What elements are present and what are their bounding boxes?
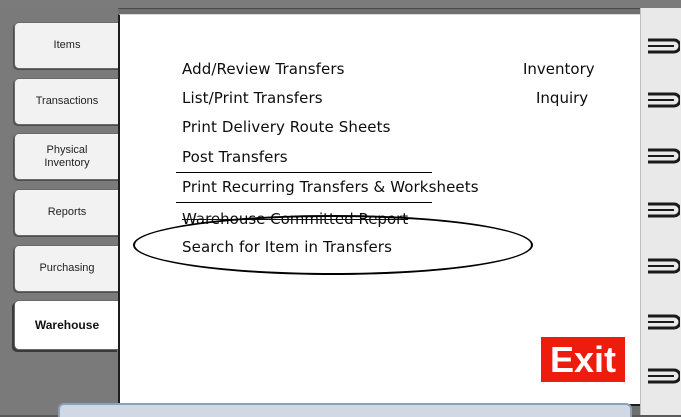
tab-warehouse[interactable]: Warehouse (14, 300, 119, 350)
spiral-ring-icon (644, 200, 680, 220)
spiral-ring-icon (644, 146, 680, 166)
tab-physical-inventory-label: Physical Inventory (44, 143, 90, 169)
separator-rule (176, 172, 432, 173)
menu-item-warehouse-committed-report[interactable]: Warehouse Committed Report (182, 210, 408, 228)
menu-item-list-print-transfers[interactable]: List/Print Transfers (182, 89, 323, 107)
spiral-ring-icon (644, 256, 680, 276)
tab-purchasing[interactable]: Purchasing (14, 245, 119, 292)
side-item-inquiry[interactable]: Inquiry (536, 89, 588, 107)
tab-transactions[interactable]: Transactions (14, 78, 119, 125)
tab-items-label: Items (53, 39, 81, 51)
spiral-ring-icon (644, 312, 680, 332)
menu-item-search-item-in-transfers[interactable]: Search for Item in Transfers (182, 238, 392, 256)
tab-purchasing-label: Purchasing (39, 262, 95, 274)
side-item-inventory[interactable]: Inventory (523, 60, 595, 78)
tab-physical-inventory[interactable]: Physical Inventory (14, 133, 119, 180)
spiral-ring-icon (644, 36, 680, 56)
menu-item-post-transfers[interactable]: Post Transfers (182, 148, 288, 166)
tab-transactions-label: Transactions (35, 95, 99, 107)
separator-rule (176, 202, 432, 203)
tab-items[interactable]: Items (14, 22, 119, 69)
tab-reports[interactable]: Reports (14, 189, 119, 236)
menu-item-print-recurring-transfers[interactable]: Print Recurring Transfers & Worksheets (182, 178, 479, 196)
spiral-ring-icon (644, 366, 680, 386)
tab-warehouse-label: Warehouse (34, 317, 100, 332)
menu-item-print-delivery-route-sheets[interactable]: Print Delivery Route Sheets (182, 118, 391, 136)
exit-button[interactable]: Exit (541, 337, 625, 382)
tab-reports-label: Reports (47, 206, 87, 218)
spiral-ring-icon (644, 90, 680, 110)
menu-item-add-review-transfers[interactable]: Add/Review Transfers (182, 60, 345, 78)
